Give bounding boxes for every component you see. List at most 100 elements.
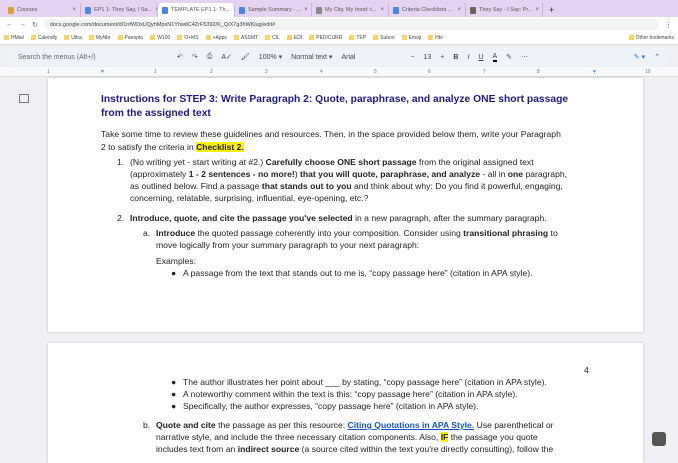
bullet-icon: ● [171,401,177,411]
new-tab-icon[interactable]: + [543,5,560,17]
bullet-icon: ● [171,389,177,399]
list-item-text: includes text from an indirect source (a… [156,444,554,454]
tab-bar: Courses× EP1 1: They Say, I Sa...× TEMPL… [0,0,678,17]
section-heading: from the assigned text [101,108,211,119]
decrease-size-icon[interactable]: − [410,54,414,61]
docs-toolbar: Search the menus (Alt+/) ↶ ↷ ⎙ A✓ 🖌 100% ▾ N… [8,48,670,66]
tab-title: TEMPLATE EP1 1: Th... [171,7,231,13]
close-icon[interactable]: × [380,7,384,13]
section-heading: Instructions for STEP 3: Write Paragraph… [101,94,569,105]
bookmark[interactable]: Calendly [31,35,57,41]
browser-tab[interactable]: EP1 1: They Say, I Sa...× [81,3,158,17]
increase-size-icon[interactable]: + [440,54,444,61]
bookmark[interactable]: PED/CURR [309,35,342,41]
browser-tab[interactable]: Criteria Checklists ... × [389,3,466,17]
bookmarks-bar: HMail Calendly Ultra MyNbr Panopto W100 O+MS +A… [0,32,678,45]
bookmark[interactable]: W100 [150,35,170,41]
bookmark[interactable]: CIL [265,35,280,41]
bookmark[interactable]: TEP [349,35,366,41]
ruler[interactable]: 1 ▼ 1 2 3 4 5 6 7 8 ▼ 10 [0,67,678,77]
list-letter: a. [143,228,151,238]
collapse-icon[interactable]: ⌃ [654,53,660,61]
print-icon[interactable]: ⎙ [207,53,213,61]
tab-title: EP1 1: They Say, I Sa... [94,7,153,13]
close-icon[interactable]: × [457,7,461,13]
bullet-icon: ● [171,377,177,387]
list-item-text: Introduce, quote, and cite the passage y… [130,213,547,223]
bookmark[interactable]: Subori [373,35,394,41]
browser-tab[interactable]: Courses × [4,3,81,17]
font-size[interactable]: 13 [424,54,432,61]
more-icon[interactable]: ⋯ [521,53,528,61]
paragraph: 2 to satisfy the criteria in Checklist 2… [101,142,244,152]
italic-button[interactable]: I [467,54,469,61]
paint-format-icon[interactable]: 🖌 [241,53,250,61]
other-bookmarks[interactable]: Other bookmarks [629,35,674,41]
list-number: 2. [117,213,125,223]
bookmark[interactable]: +Apps [206,35,227,41]
bookmark[interactable]: O+MS [177,35,198,41]
browser-tab-active[interactable]: TEMPLATE EP1 1: Th...× [158,3,235,17]
close-icon[interactable]: × [72,7,76,13]
list-number: 1. [117,157,125,167]
bullet-icon: ● [171,268,177,278]
tab-title: My City, My hood: t... [325,7,377,13]
list-item-text: concerning, relatable, surprising, influ… [130,193,369,203]
extensions-icon[interactable]: ⋮ [665,21,672,29]
style-select[interactable]: Normal text ▾ [291,53,332,61]
list-item-text: Introduce the quoted passage coherently … [156,228,558,238]
back-icon[interactable]: ← [6,21,13,28]
explore-button[interactable] [652,432,666,446]
bookmark[interactable]: Panopto [118,35,144,41]
bullet-text: A passage from the text that stands out … [183,268,533,278]
tab-title: Sample Summary - ... [248,7,302,13]
browser-tab[interactable]: My City, My hood: t... × [312,3,389,17]
bookmark[interactable]: MyNbr [89,35,111,41]
indent-marker-icon: ▼ [100,69,105,75]
forward-icon[interactable]: → [19,21,26,28]
editing-mode-icon[interactable]: ✎ ▾ [634,53,645,61]
highlight-icon[interactable]: ✎ [506,53,512,61]
close-icon[interactable]: × [304,7,308,13]
bold-button[interactable]: B [453,54,458,61]
highlighted-text: Checklist 2. [196,142,244,152]
document-outline-icon[interactable] [19,94,29,103]
undo-icon[interactable]: ↶ [177,53,183,61]
list-item-text: as outlined below. Find a passage that s… [130,181,563,191]
close-icon[interactable]: × [536,7,540,13]
bullet-text: Specifically, the author expresses, “cop… [183,401,479,411]
bullet-text: A noteworthy comment within the text is … [183,389,518,399]
bookmark[interactable]: HMail [4,35,24,41]
address-bar-row: ← → ↻ docs.google.com/document/d/1nfWDxUQy… [0,17,678,32]
browser-tab[interactable]: Sample Summary - ... × [235,3,312,17]
tab-title: They Say - I Say: Pr... [479,7,533,13]
tab-title: Criteria Checklists ... [402,7,453,13]
list-item-text: (No writing yet - start writing at #2.) … [130,157,534,167]
list-item-text: narrative style, and include the three n… [156,432,538,442]
bookmark[interactable]: EDI [287,35,302,41]
browser-tab[interactable]: They Say - I Say: Pr... × [466,3,543,17]
list-item-text: (approximately 1 - 2 sentences - no more… [130,169,568,179]
list-item-text: Quote and cite the passage as per this r… [156,420,554,430]
spellcheck-icon[interactable]: A✓ [221,53,232,61]
page-number: 4 [584,365,589,375]
redo-icon[interactable]: ↷ [192,53,198,61]
examples-label: Examples: [156,256,197,266]
url-input[interactable]: docs.google.com/document/d/1nfWDxUQyhMpx… [43,19,659,30]
font-select[interactable]: Arial [341,54,401,61]
paragraph: Take some time to review these guideline… [101,129,561,139]
zoom-select[interactable]: 100% ▾ [259,53,282,61]
reload-icon[interactable]: ↻ [32,21,38,29]
bookmark[interactable]: Emoji [402,35,422,41]
right-margin-marker-icon: ▼ [592,69,597,75]
menu-search-input[interactable]: Search the menus (Alt+/) [18,54,168,61]
list-letter: b. [143,420,151,430]
bullet-text: The author illustrates her point about _… [183,377,547,387]
text-color-button[interactable]: A [492,53,498,62]
bookmark[interactable]: ASSMT [234,35,258,41]
bookmark[interactable]: Ultra [64,35,82,41]
citing-quotations-link[interactable]: Citing Quotations in APA Style. [348,420,475,430]
underline-button[interactable]: U [478,54,483,61]
list-item-text: move logically from your summary paragra… [156,240,420,250]
bookmark[interactable]: Hbr [428,35,443,41]
